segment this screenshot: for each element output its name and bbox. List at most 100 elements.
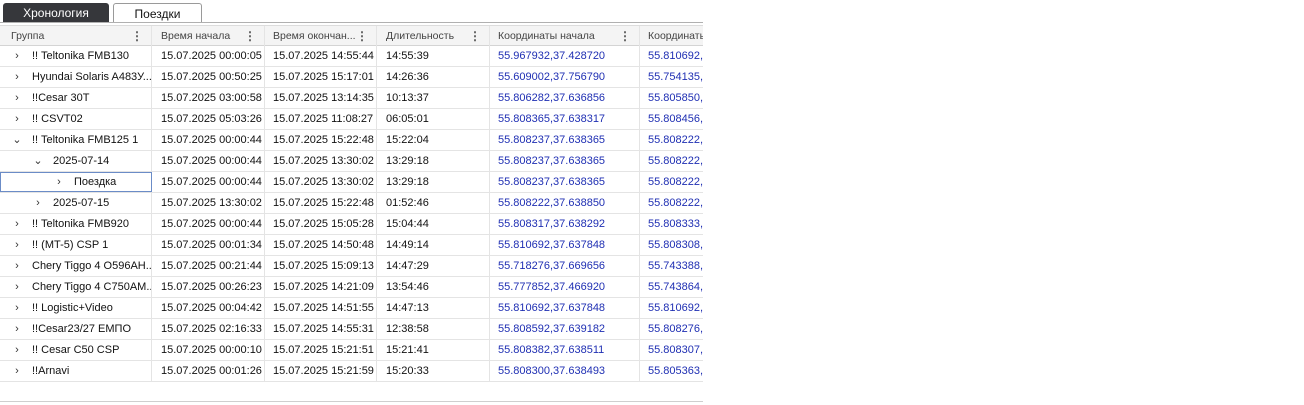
table-row[interactable]: ›!! Teltonika FMB130 15.07.2025 00:00:05 1… [0,46,703,67]
group-cell[interactable]: › !! Teltonika FMB130 [0,46,152,66]
start-coords-link[interactable]: 55.808300,37.638493 [490,361,640,381]
chevron-right-icon[interactable]: › [11,256,23,276]
table-row[interactable]: › Chery Tiggo 4 O596AH... 15.07.2025 00:21… [0,256,703,277]
table-row[interactable]: › !!Cesar 30T 15.07.2025 03:00:58 15.07.202… [0,88,703,109]
group-cell[interactable]: › !! (MT-5) CSP 1 [0,235,152,255]
group-label: Hyundai Solaris A483У... [32,71,152,83]
column-header-group[interactable]: Группа ⋮ [0,26,152,46]
column-menu-icon[interactable]: ⋮ [469,26,481,46]
end-time-cell: 15.07.2025 15:05:28 [265,214,377,234]
chevron-right-icon[interactable]: › [11,298,23,318]
start-coords-link[interactable]: 55.609002,37.756790 [490,67,640,87]
table-row[interactable]: › Поездка 15.07.2025 00:00:44 15.07.2025 13… [0,172,703,193]
group-cell[interactable]: › Chery Tiggo 4 C750AM... [0,277,152,297]
column-header-start-coords[interactable]: Координаты начала ⋮ [490,26,640,46]
chevron-right-icon[interactable]: › [11,46,23,66]
chevron-down-icon[interactable]: ⌄ [11,130,23,150]
chevron-right-icon[interactable]: › [53,172,65,192]
group-cell[interactable]: › Chery Tiggo 4 O596AH... [0,256,152,276]
end-coords-link[interactable]: 55.808308,3 [640,235,703,255]
end-coords-link[interactable]: 55.743864,3 [640,277,703,297]
chevron-right-icon[interactable]: › [11,340,23,360]
end-coords-link[interactable]: 55.805363,3 [640,361,703,381]
start-coords-link[interactable]: 55.808237,37.638365 [490,172,640,192]
group-label: 2025-07-15 [53,197,110,209]
start-coords-link[interactable]: 55.808237,37.638365 [490,130,640,150]
start-coords-link[interactable]: 55.808365,37.638317 [490,109,640,129]
group-cell[interactable]: › !! Teltonika FMB920 [0,214,152,234]
column-menu-icon[interactable]: ⋮ [244,26,256,46]
end-coords-link[interactable]: 55.805850,3 [640,88,703,108]
start-coords-link[interactable]: 55.808592,37.639182 [490,319,640,339]
chevron-right-icon[interactable]: › [11,277,23,297]
group-cell[interactable]: › !! CSVT02 [0,109,152,129]
start-coords-link[interactable]: 55.808237,37.638365 [490,151,640,171]
group-cell[interactable]: ⌄ !! Teltonika FMB125 1 [0,130,152,150]
column-menu-icon[interactable]: ⋮ [131,26,143,46]
start-coords-link[interactable]: 55.718276,37.669656 [490,256,640,276]
tab-chronology[interactable]: Хронология [3,3,109,23]
table-row[interactable]: › 2025-07-15 15.07.2025 13:30:02 15.07.2025… [0,193,703,214]
group-cell[interactable]: › 2025-07-15 [0,193,152,213]
end-coords-link[interactable]: 55.754135,37 [640,67,703,87]
end-coords-link[interactable]: 55.808222,3 [640,172,703,192]
table-row[interactable]: › !! CSVT02 15.07.2025 05:03:26 15.07.2025 … [0,109,703,130]
table-row[interactable]: ›!! Teltonika FMB920 15.07.2025 00:00:44 1… [0,214,703,235]
chevron-right-icon[interactable]: › [11,319,23,339]
chevron-right-icon[interactable]: › [11,214,23,234]
table-row[interactable]: › !!Cesar23/27 ЕМПО 15.07.2025 02:16:33 15.… [0,319,703,340]
duration-cell: 15:22:04 [377,130,490,150]
end-time-cell: 15.07.2025 14:21:09 [265,277,377,297]
chevron-right-icon[interactable]: › [11,361,23,381]
table-row[interactable]: › Chery Tiggo 4 C750AM... 15.07.2025 00:26… [0,277,703,298]
end-coords-link[interactable]: 55.808276,3 [640,319,703,339]
chevron-right-icon[interactable]: › [32,193,44,213]
group-cell[interactable]: › !!Cesar 30T [0,88,152,108]
group-cell[interactable]: › !!Arnavi [0,361,152,381]
column-header-end-time[interactable]: Время окончан... ⋮ [265,26,377,46]
table-row[interactable]: › !! Logistic+Video 15.07.2025 00:04:42 15.… [0,298,703,319]
start-coords-link[interactable]: 55.806282,37.636856 [490,88,640,108]
table-row[interactable]: › !! (MT-5) CSP 1 15.07.2025 00:01:34 15.07… [0,235,703,256]
column-menu-icon[interactable]: ⋮ [619,26,631,46]
end-coords-link[interactable]: 55.808456,3 [640,109,703,129]
group-cell[interactable]: › !! Cesar C50 CSP [0,340,152,360]
grid-header: Группа ⋮ Время начала ⋮ Время окончан...… [0,25,703,46]
group-cell[interactable]: › !! Logistic+Video [0,298,152,318]
table-row[interactable]: › Hyundai Solaris A483У... 15.07.2025 00:5… [0,67,703,88]
column-header-start-time[interactable]: Время начала ⋮ [152,26,265,46]
start-coords-link[interactable]: 55.810692,37.637848 [490,235,640,255]
start-coords-link[interactable]: 55.777852,37.466920 [490,277,640,297]
chevron-down-icon[interactable]: ⌄ [32,151,44,171]
start-coords-link[interactable]: 55.808382,37.638511 [490,340,640,360]
table-row[interactable]: › !!Arnavi 15.07.2025 00:01:26 15.07.2025 1… [0,361,703,382]
group-cell[interactable]: › Hyundai Solaris A483У... [0,67,152,87]
end-coords-link[interactable]: 55.808222,3 [640,193,703,213]
tab-trips[interactable]: Поездки [113,3,202,23]
chevron-right-icon[interactable]: › [11,109,23,129]
group-cell[interactable]: ⌄ 2025-07-14 [0,151,152,171]
chevron-right-icon[interactable]: › [11,235,23,255]
end-coords-link[interactable]: 55.808222,3 [640,130,703,150]
start-coords-link[interactable]: 55.810692,37.637848 [490,298,640,318]
start-coords-link[interactable]: 55.967932,37.428720 [490,46,640,66]
group-cell[interactable]: › !!Cesar23/27 ЕМПО [0,319,152,339]
column-header-end-coords[interactable]: Координать [640,26,703,46]
end-coords-link[interactable]: 55.808222,3 [640,151,703,171]
table-row[interactable]: ⌄ 2025-07-14 15.07.2025 00:00:44 15.07.2025… [0,151,703,172]
end-coords-link[interactable]: 55.743388,3 [640,256,703,276]
start-coords-link[interactable]: 55.808222,37.638850 [490,193,640,213]
group-cell[interactable]: › Поездка [0,172,152,192]
column-header-duration[interactable]: Длительность ⋮ [377,26,490,46]
end-coords-link[interactable]: 55.808333,3 [640,214,703,234]
chevron-right-icon[interactable]: › [11,67,23,87]
end-coords-link[interactable]: 55.808307,37 [640,340,703,360]
end-coords-link[interactable]: 55.810692,37 [640,298,703,318]
table-row[interactable]: › !! Cesar C50 CSP 15.07.2025 00:00:10 15.0… [0,340,703,361]
table-row[interactable]: ⌄ !! Teltonika FMB125 1 15.07.2025 00:00:4… [0,130,703,151]
start-coords-link[interactable]: 55.808317,37.638292 [490,214,640,234]
column-menu-icon[interactable]: ⋮ [356,26,368,46]
end-coords-link[interactable]: 55.810692,37 [640,46,703,66]
chevron-right-icon[interactable]: › [11,88,23,108]
end-time-cell: 15.07.2025 14:50:48 [265,235,377,255]
